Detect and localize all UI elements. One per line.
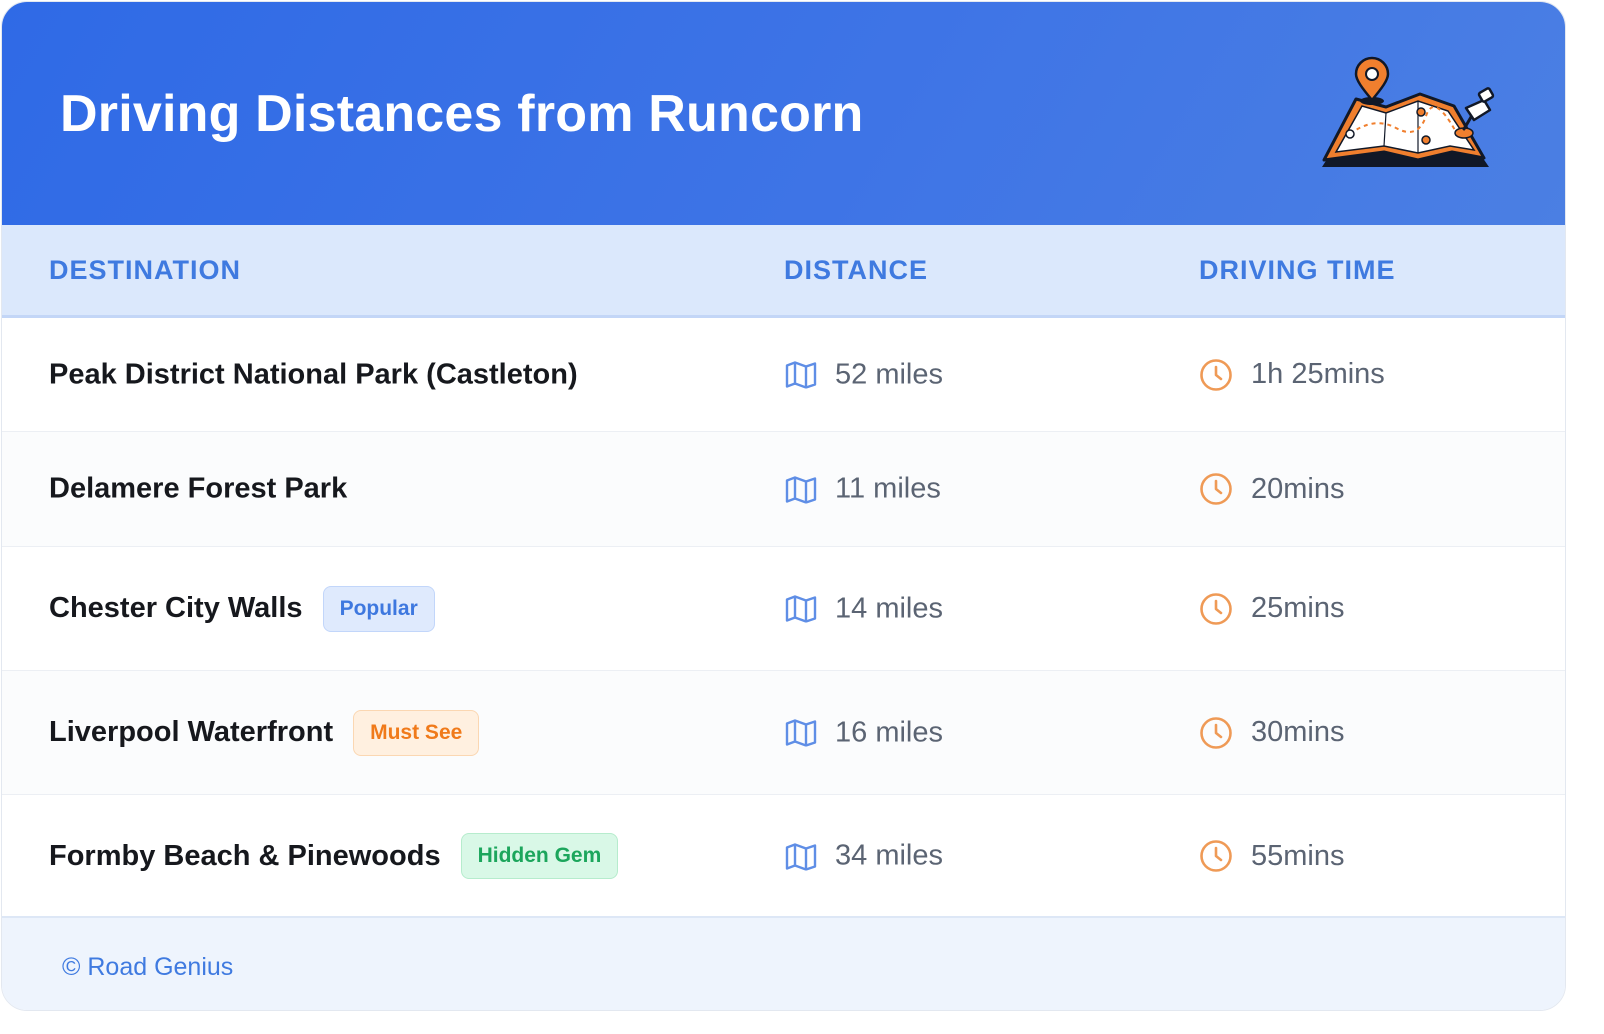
hidden-gem-badge: Hidden Gem xyxy=(460,833,619,879)
time-cell: 30mins xyxy=(1199,716,1345,750)
destination-cell: Peak District National Park (Castleton) xyxy=(49,358,578,391)
driving-time-value: 30mins xyxy=(1251,716,1345,748)
map-with-pins-icon xyxy=(1322,56,1495,167)
footer-credit: © Road Genius xyxy=(62,953,234,981)
map-icon xyxy=(785,475,817,504)
distance-value: 52 miles xyxy=(835,358,943,390)
destination-cell: Delamere Forest Park xyxy=(49,473,347,506)
distance-cell: 52 miles xyxy=(785,358,943,391)
destination-cell: Chester City Walls Popular xyxy=(49,585,435,632)
table-row: Formby Beach & Pinewoods Hidden Gem 34 m… xyxy=(2,795,1565,917)
distance-value: 34 miles xyxy=(835,839,943,872)
map-icon xyxy=(785,595,817,623)
distance-value: 14 miles xyxy=(835,592,943,624)
driving-time-value: 20mins xyxy=(1251,472,1345,505)
destination-name: Peak District National Park (Castleton) xyxy=(49,358,578,390)
table-row: Delamere Forest Park 11 miles 20mins xyxy=(2,432,1565,547)
destination-name: Delamere Forest Park xyxy=(49,472,348,505)
driving-distances-card: Driving Distances from Runcorn DESTINATI… xyxy=(1,1,1566,1011)
time-cell: 1h 25mins xyxy=(1199,358,1385,392)
time-cell: 25mins xyxy=(1199,592,1345,626)
popular-badge: Popular xyxy=(322,585,435,632)
distance-cell: 14 miles xyxy=(785,592,943,625)
driving-time-value: 1h 25mins xyxy=(1251,358,1385,390)
clock-icon xyxy=(1199,472,1233,506)
time-cell: 20mins xyxy=(1199,472,1345,506)
clock-icon xyxy=(1199,716,1233,750)
card-header: Driving Distances from Runcorn xyxy=(2,2,1565,225)
map-icon xyxy=(785,361,817,389)
column-header-distance: DISTANCE xyxy=(784,255,929,285)
destination-name: Formby Beach & Pinewoods xyxy=(49,839,441,872)
distance-cell: 34 miles xyxy=(785,840,943,873)
clock-icon xyxy=(1199,358,1233,392)
table-header-row: DESTINATION DISTANCE DRIVING TIME xyxy=(2,225,1565,318)
column-header-destination: DESTINATION xyxy=(49,255,241,285)
destination-cell: Formby Beach & Pinewoods Hidden Gem xyxy=(49,833,619,879)
table-row: Liverpool Waterfront Must See 16 miles 3… xyxy=(2,671,1565,795)
page-title: Driving Distances from Runcorn xyxy=(60,85,864,143)
map-icon xyxy=(785,719,817,747)
destination-name: Chester City Walls xyxy=(49,592,303,624)
clock-icon xyxy=(1199,839,1233,873)
destination-name: Liverpool Waterfront xyxy=(49,716,334,748)
must-see-badge: Must See xyxy=(353,709,480,756)
driving-time-value: 25mins xyxy=(1251,592,1345,624)
time-cell: 55mins xyxy=(1199,839,1345,873)
column-header-driving-time: DRIVING TIME xyxy=(1199,255,1396,285)
clock-icon xyxy=(1199,592,1233,626)
distance-value: 16 miles xyxy=(835,716,943,748)
destination-cell: Liverpool Waterfront Must See xyxy=(49,709,480,756)
distance-cell: 11 miles xyxy=(785,473,941,506)
distance-cell: 16 miles xyxy=(785,716,943,749)
map-icon xyxy=(785,842,817,871)
table-row: Peak District National Park (Castleton) … xyxy=(2,318,1565,432)
distance-value: 11 miles xyxy=(835,472,941,505)
card-footer: © Road Genius xyxy=(2,916,1565,1010)
table-row: Chester City Walls Popular 14 miles 25mi… xyxy=(2,547,1565,671)
driving-time-value: 55mins xyxy=(1251,839,1345,872)
table-body: Peak District National Park (Castleton) … xyxy=(2,318,1565,917)
